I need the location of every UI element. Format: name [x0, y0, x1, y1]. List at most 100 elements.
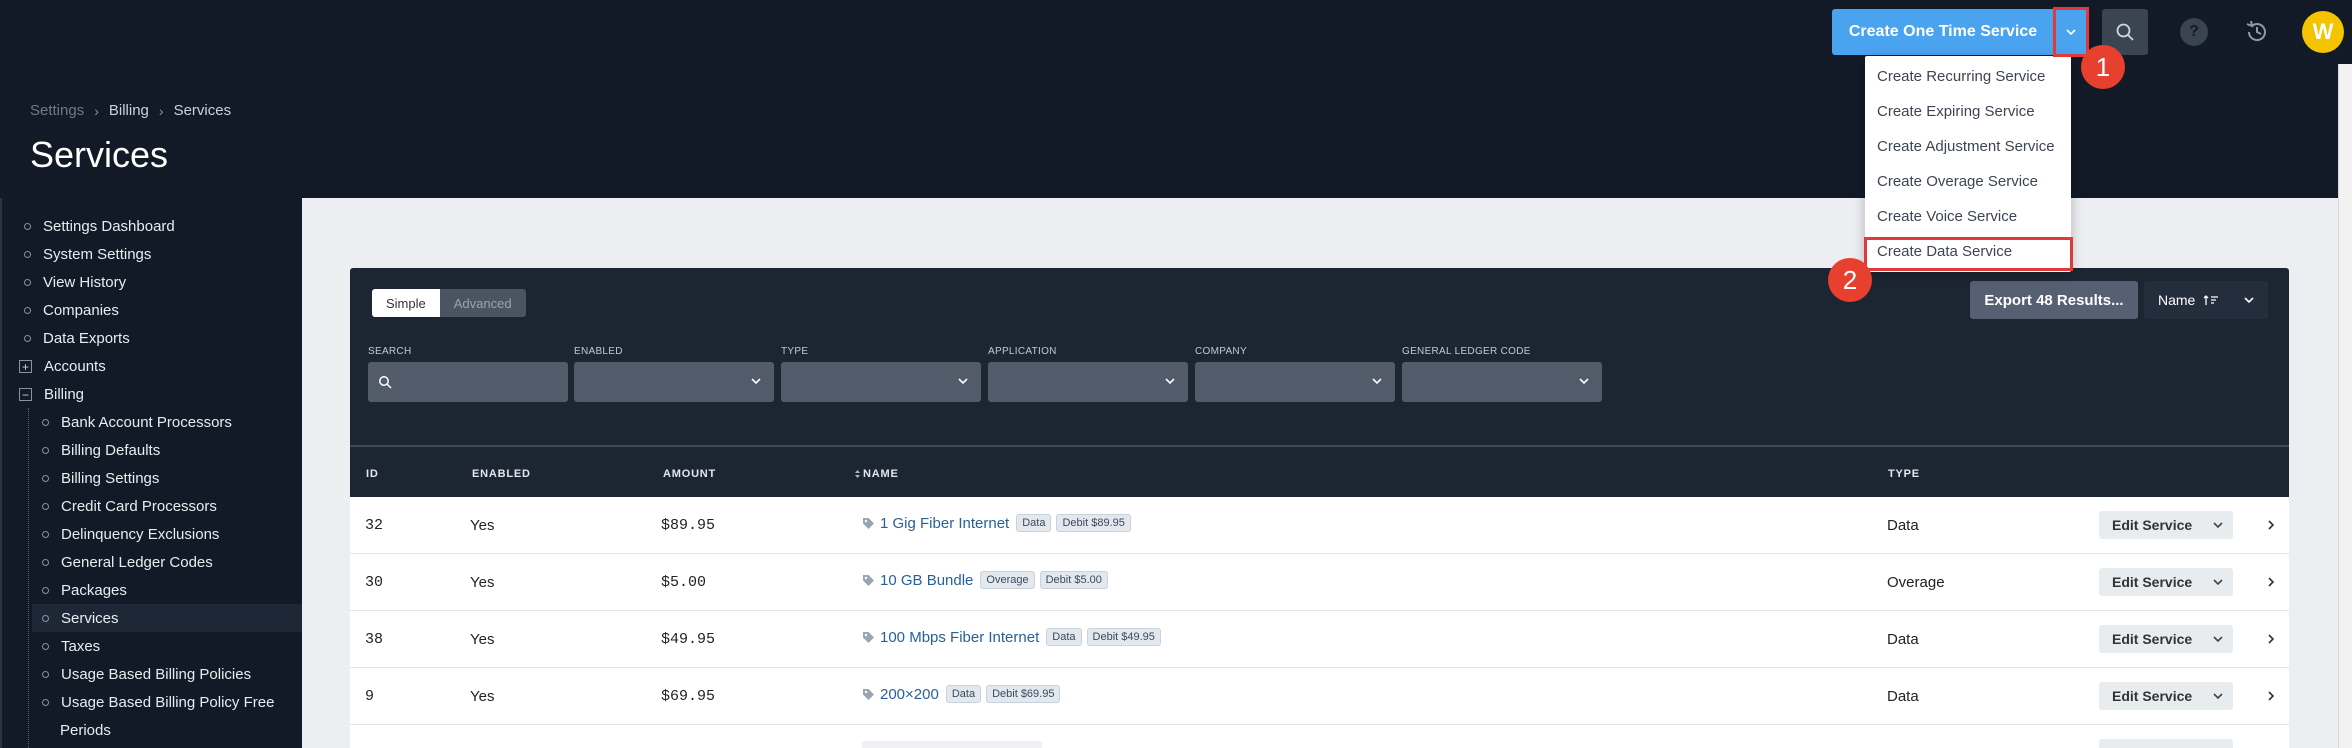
breadcrumb-billing[interactable]: Billing	[109, 102, 149, 119]
bullet-icon	[24, 251, 31, 258]
menu-item-create-adjustment-service[interactable]: Create Adjustment Service	[1877, 138, 2055, 155]
enabled-select[interactable]	[574, 362, 774, 402]
search-input[interactable]	[368, 362, 568, 402]
service-name-link[interactable]: 10 GB Bundle	[880, 572, 973, 589]
service-name-link[interactable]: 200×200	[880, 686, 939, 703]
menu-item-create-overage-service[interactable]: Create Overage Service	[1877, 173, 2038, 190]
chevron-right-icon[interactable]	[2267, 575, 2275, 589]
bullet-icon	[24, 335, 31, 342]
export-results-button[interactable]: Export 48 Results...	[1970, 281, 2138, 319]
debit-tag: Debit $69.95	[986, 685, 1061, 703]
chevron-down-icon[interactable]	[2213, 519, 2223, 531]
menu-item-create-recurring-service[interactable]: Create Recurring Service	[1877, 68, 2045, 85]
general-ledger-code-select[interactable]	[1402, 362, 1602, 402]
collapse-minus-icon[interactable]: −	[19, 388, 32, 401]
sidebar-item-settings-dashboard[interactable]: Settings Dashboard	[24, 218, 175, 235]
sidebar-item-view-history[interactable]: View History	[24, 274, 126, 291]
chevron-down-icon[interactable]	[2213, 690, 2223, 702]
help-icon[interactable]: ?	[2180, 18, 2208, 46]
chevron-down-icon[interactable]	[2213, 633, 2223, 645]
bullet-icon	[42, 419, 49, 426]
expand-plus-icon[interactable]: +	[19, 360, 32, 373]
tag-icon	[863, 631, 874, 643]
breadcrumb-separator-icon: ›	[94, 102, 99, 119]
edit-service-button[interactable]: Edit Service	[2099, 682, 2233, 710]
company-select[interactable]	[1195, 362, 1395, 402]
table-row-partial[interactable]	[350, 725, 2289, 748]
sidebar-item-general-ledger-codes[interactable]: General Ledger Codes	[42, 554, 213, 571]
history-icon[interactable]	[2241, 16, 2273, 48]
sidebar-item-accounts[interactable]: + Accounts	[19, 358, 106, 375]
create-one-time-service-button[interactable]: Create One Time Service	[1832, 9, 2054, 55]
chevron-right-icon[interactable]	[2267, 689, 2275, 703]
chevron-down-icon	[751, 378, 761, 385]
cell-amount: $89.95	[661, 517, 716, 534]
user-avatar[interactable]: W	[2302, 11, 2344, 53]
simple-mode-tab[interactable]: Simple	[372, 289, 440, 317]
column-header-type[interactable]: TYPE	[1888, 468, 1920, 480]
company-filter: COMPANY	[1195, 346, 1395, 402]
service-name-link[interactable]: 100 Mbps Fiber Internet	[880, 629, 1039, 646]
chevron-right-icon[interactable]	[2267, 632, 2275, 646]
page-scrollbar[interactable]	[2338, 64, 2352, 748]
sidebar-item-billing-settings[interactable]: Billing Settings	[42, 470, 159, 487]
sidebar-item-billing[interactable]: − Billing	[19, 386, 84, 403]
sidebar-item-usage-based-billing-policy-free-periods[interactable]: Usage Based Billing Policy Free	[42, 694, 274, 711]
table-row[interactable]: 30 Yes $5.00 10 GB Bundle Overage Debit …	[350, 554, 2289, 611]
cell-name: 1 Gig Fiber Internet Data Debit $89.95	[862, 514, 1131, 532]
company-filter-label: COMPANY	[1195, 346, 1247, 357]
tag-icon	[863, 517, 874, 529]
type-select[interactable]	[781, 362, 981, 402]
cell-name: 200×200 Data Debit $69.95	[862, 685, 1061, 703]
sidebar-item-label-continuation[interactable]: Periods	[60, 722, 111, 739]
search-filter: SEARCH	[368, 346, 568, 402]
service-name-link[interactable]: 1 Gig Fiber Internet	[880, 515, 1009, 532]
sidebar-item-system-settings[interactable]: System Settings	[24, 246, 151, 263]
table-row[interactable]: 9 Yes $69.95 200×200 Data Debit $69.95 D…	[350, 668, 2289, 725]
breadcrumb-settings[interactable]: Settings	[30, 102, 84, 119]
cell-enabled: Yes	[470, 631, 495, 648]
cut-off-edit-button[interactable]	[2099, 739, 2233, 748]
cell-name: 100 Mbps Fiber Internet Data Debit $49.9…	[862, 628, 1161, 646]
sidebar-item-billing-defaults[interactable]: Billing Defaults	[42, 442, 160, 459]
edit-service-button[interactable]: Edit Service	[2099, 511, 2233, 539]
step1-badge: 1	[2081, 45, 2125, 89]
search-filter-label: SEARCH	[368, 346, 412, 357]
sidebar-item-companies[interactable]: Companies	[24, 302, 119, 319]
type-tag: Data	[945, 685, 982, 703]
application-select[interactable]	[988, 362, 1188, 402]
bullet-icon	[42, 614, 49, 622]
cell-name: 10 GB Bundle Overage Debit $5.00	[862, 571, 1108, 589]
sidebar-item-delinquency-exclusions[interactable]: Delinquency Exclusions	[42, 526, 219, 543]
chevron-down-icon[interactable]	[2213, 576, 2223, 588]
cell-type: Overage	[1887, 574, 1945, 591]
edit-service-button[interactable]: Edit Service	[2099, 625, 2233, 653]
sidebar-item-packages[interactable]: Packages	[42, 582, 127, 599]
sidebar-item-services[interactable]: Services	[32, 604, 302, 632]
menu-item-create-voice-service[interactable]: Create Voice Service	[1877, 208, 2017, 225]
application-filter: APPLICATION	[988, 346, 1188, 402]
column-header-id[interactable]: ID	[366, 468, 379, 480]
sidebar-item-data-exports[interactable]: Data Exports	[24, 330, 130, 347]
filter-panel: Simple Advanced Export 48 Results... Nam…	[350, 268, 2289, 445]
column-header-enabled[interactable]: ENABLED	[472, 468, 531, 480]
sidebar-item-bank-account-processors[interactable]: Bank Account Processors	[42, 414, 232, 431]
type-tag: Data	[1016, 514, 1052, 532]
sidebar-item-taxes[interactable]: Taxes	[42, 638, 100, 655]
table-row[interactable]: 38 Yes $49.95 100 Mbps Fiber Internet Da…	[350, 611, 2289, 668]
cell-type: Data	[1887, 517, 1919, 534]
bullet-icon	[42, 531, 49, 538]
column-header-amount[interactable]: AMOUNT	[663, 468, 716, 480]
sidebar-item-credit-card-processors[interactable]: Credit Card Processors	[42, 498, 217, 515]
menu-item-create-expiring-service[interactable]: Create Expiring Service	[1877, 103, 2035, 120]
sidebar-item-usage-based-billing-policies[interactable]: Usage Based Billing Policies	[42, 666, 251, 683]
edit-service-button[interactable]: Edit Service	[2099, 568, 2233, 596]
type-filter: TYPE	[781, 346, 981, 402]
sort-indicator-icon	[855, 470, 860, 478]
column-header-name[interactable]: NAME	[855, 468, 899, 480]
advanced-mode-tab[interactable]: Advanced	[439, 289, 526, 317]
chevron-right-icon[interactable]	[2267, 518, 2275, 532]
sort-select[interactable]: Name	[2144, 281, 2268, 319]
step2-badge: 2	[1828, 258, 1872, 302]
table-row[interactable]: 32 Yes $89.95 1 Gig Fiber Internet Data …	[350, 497, 2289, 554]
